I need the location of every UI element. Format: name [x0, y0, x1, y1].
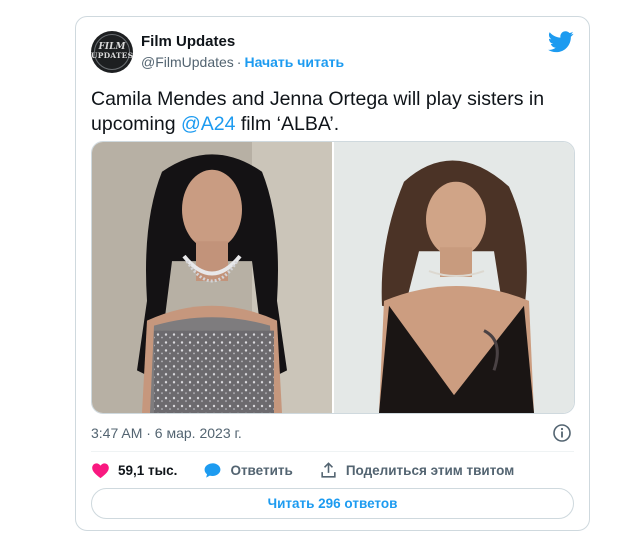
avatar[interactable]: FILM UPDATES [91, 31, 133, 73]
author-meta: @FilmUpdates · Начать читать [141, 54, 344, 70]
info-icon[interactable] [552, 423, 572, 443]
tweet-header: FILM UPDATES Film Updates @FilmUpdates · Н… [91, 31, 574, 75]
photo-right[interactable] [334, 142, 574, 413]
read-replies-button[interactable]: Читать 296 ответов [91, 488, 574, 519]
timestamp-row: 3:47 AM · 6 мар. 2023 г. [91, 423, 574, 443]
share-button[interactable]: Поделиться этим твитом [319, 461, 514, 480]
twitter-bird-icon[interactable] [548, 31, 574, 53]
like-button[interactable]: 59,1 тыс. [91, 461, 177, 480]
heart-icon [92, 462, 109, 478]
timestamp[interactable]: 3:47 AM · 6 мар. 2023 г. [91, 425, 242, 441]
tweet-text-part: film ‘ALBA’. [235, 113, 340, 135]
photo-left[interactable] [92, 142, 332, 413]
share-label: Поделиться этим твитом [345, 462, 515, 478]
mention-link[interactable]: @A24 [181, 113, 236, 135]
divider [91, 451, 574, 452]
tweet-card: FILM UPDATES Film Updates @FilmUpdates · Н… [75, 16, 590, 531]
share-upload-icon [321, 461, 336, 478]
meta-separator: · [236, 54, 242, 70]
like-count: 59,1 тыс. [118, 462, 178, 478]
avatar-text-bottom: UPDATES [91, 51, 133, 60]
tweet-actions: 59,1 тыс. Ответить Поделиться этим твито… [91, 458, 574, 482]
follow-link[interactable]: Начать читать [244, 54, 344, 70]
tweet-text: Camila Mendes and Jenna Ortega will play… [91, 87, 561, 137]
reply-button[interactable]: Ответить [203, 461, 293, 480]
author-name[interactable]: Film Updates [141, 33, 235, 50]
reply-label: Ответить [230, 462, 293, 478]
speech-bubble-icon [205, 462, 221, 478]
tweet-media[interactable] [91, 141, 575, 414]
author-handle[interactable]: @FilmUpdates [141, 54, 234, 70]
